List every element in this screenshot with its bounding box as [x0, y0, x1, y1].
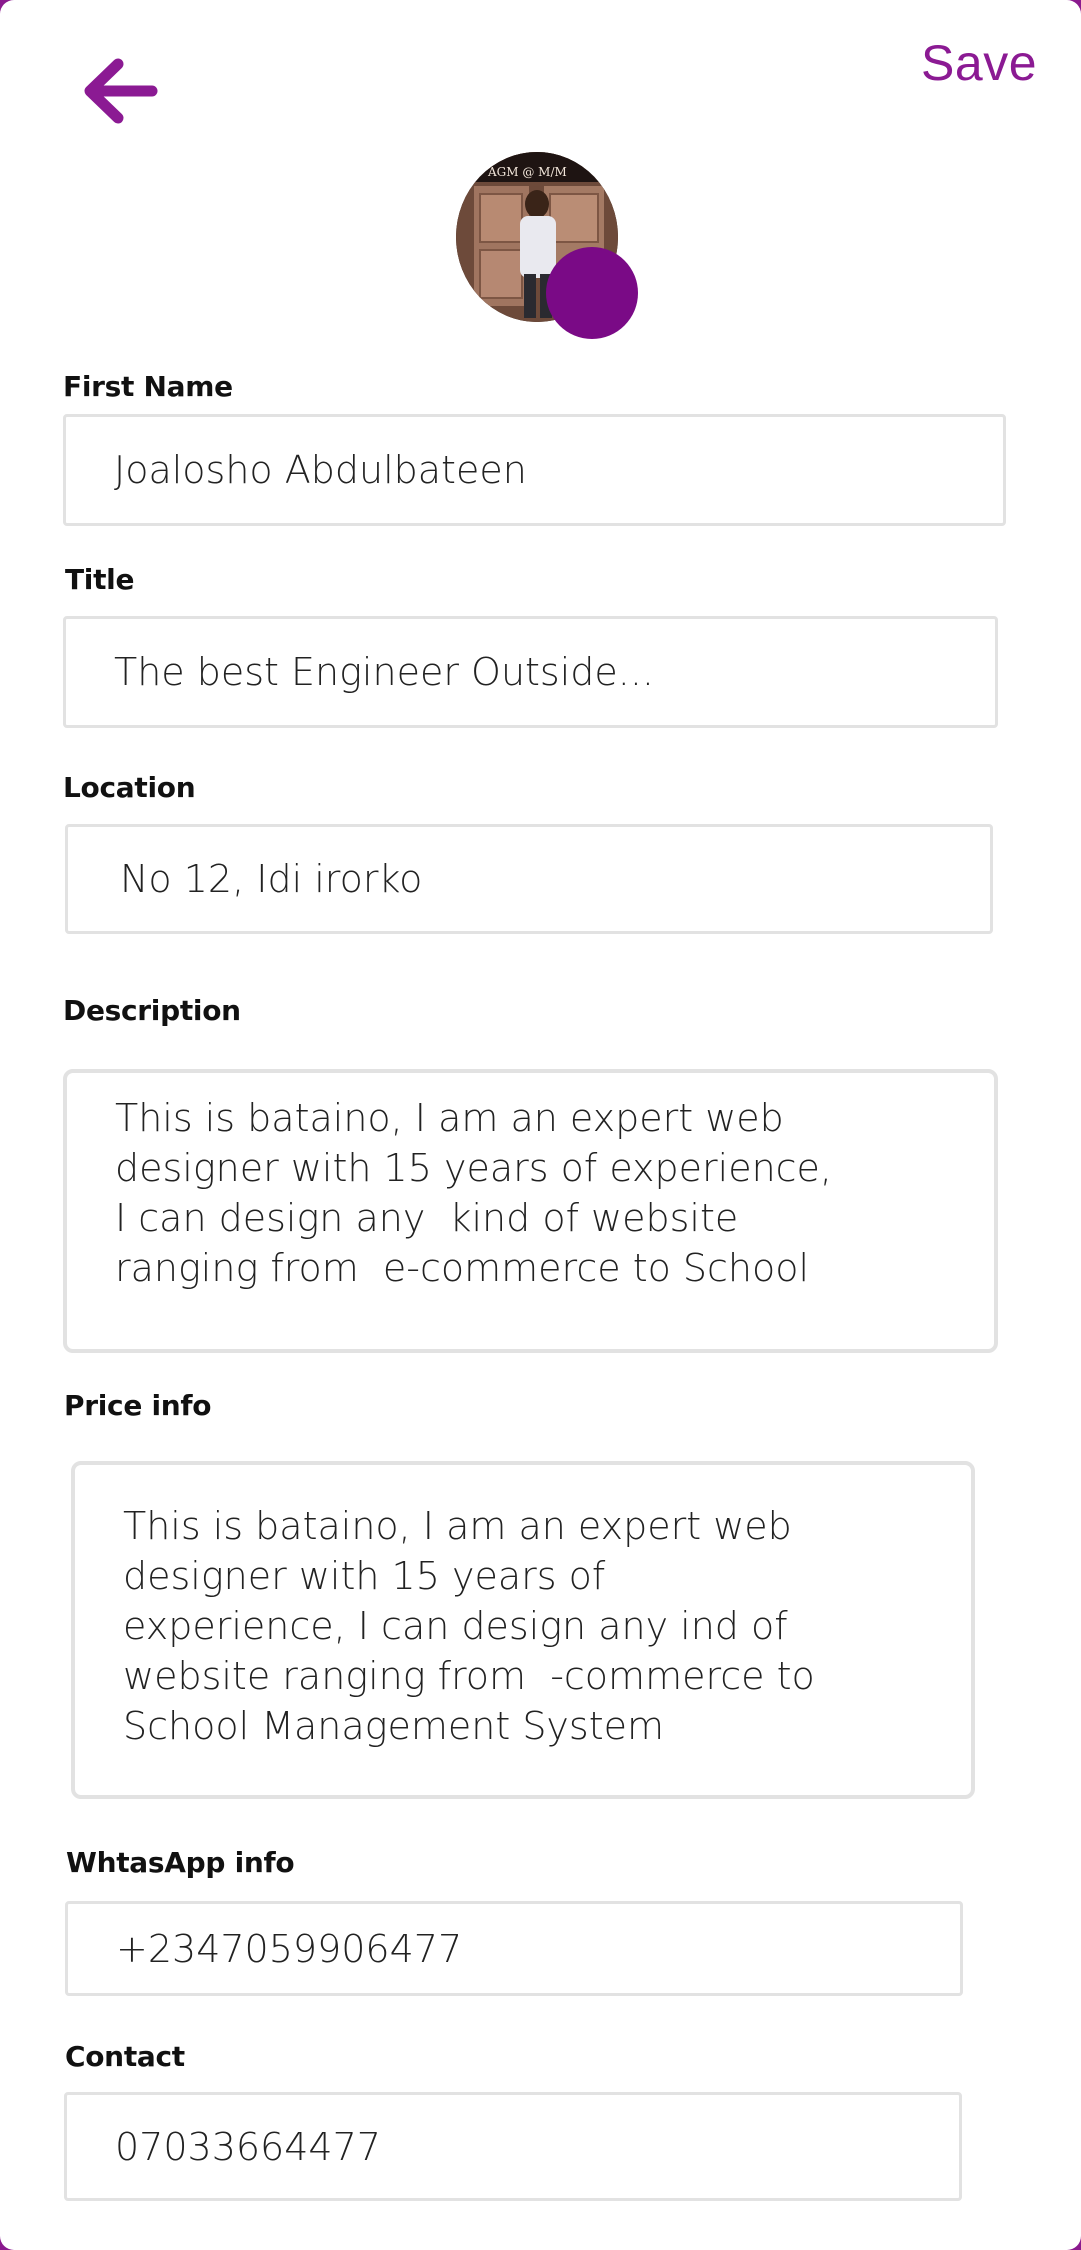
save-button[interactable]: Save — [921, 34, 1037, 92]
first-name-field[interactable] — [63, 414, 1006, 526]
svg-text:AGM @ M/M: AGM @ M/M — [487, 165, 567, 179]
first-name-label: First Name — [63, 370, 233, 403]
location-input[interactable] — [68, 827, 990, 931]
whatsapp-field[interactable] — [65, 1901, 963, 1996]
price-info-field[interactable]: This is bataino, I am an expert web desi… — [71, 1461, 975, 1799]
title-input[interactable] — [66, 619, 995, 725]
edit-profile-screen: Save AGM @ M/M First Name Title — [0, 0, 1081, 2250]
description-field[interactable]: This is bataino, I am an expert web desi… — [63, 1069, 998, 1353]
price-info-textarea[interactable]: This is bataino, I am an expert web desi… — [75, 1465, 971, 1795]
whatsapp-label: WhtasApp info — [66, 1846, 295, 1879]
location-label: Location — [63, 771, 196, 804]
location-field[interactable] — [65, 824, 993, 934]
title-field[interactable] — [63, 616, 998, 728]
contact-input[interactable] — [67, 2095, 959, 2198]
title-label: Title — [65, 563, 135, 596]
contact-field[interactable] — [64, 2092, 962, 2201]
arrow-left-icon — [84, 58, 158, 124]
description-label: Description — [63, 994, 241, 1027]
first-name-input[interactable] — [66, 417, 1003, 523]
description-textarea[interactable]: This is bataino, I am an expert web desi… — [67, 1073, 994, 1349]
avatar-container[interactable]: AGM @ M/M — [456, 152, 638, 342]
back-button[interactable] — [82, 58, 162, 124]
camera-icon[interactable] — [546, 247, 638, 339]
whatsapp-input[interactable] — [68, 1904, 960, 1993]
contact-label: Contact — [65, 2040, 185, 2073]
price-info-label: Price info — [64, 1389, 212, 1422]
